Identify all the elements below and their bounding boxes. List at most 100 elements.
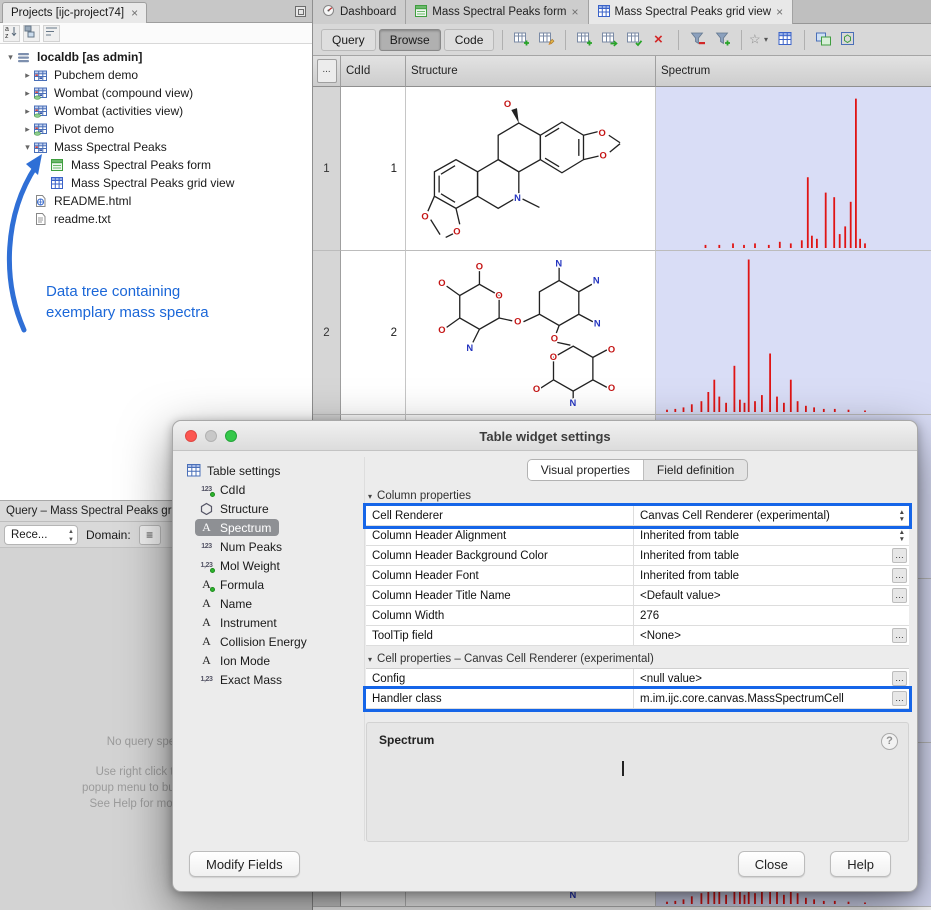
- property-value[interactable]: Canvas Cell Renderer (experimental)▲▼: [634, 506, 909, 525]
- tree-expand-icon[interactable]: ▸: [21, 124, 34, 135]
- column-header-structure[interactable]: Structure: [406, 56, 656, 87]
- tab-dashboard[interactable]: Dashboard: [313, 0, 406, 24]
- tree-item-mass-spectral-peaks-grid-view[interactable]: Mass Spectral Peaks grid view: [0, 174, 312, 192]
- close-button[interactable]: Close: [738, 851, 805, 877]
- property-value[interactable]: <Default value>…: [634, 586, 909, 605]
- modify-fields-button[interactable]: Modify Fields: [189, 851, 300, 877]
- ellipsis-button[interactable]: …: [892, 671, 907, 686]
- tab-mass-spectral-peaks-form[interactable]: Mass Spectral Peaks form×: [406, 0, 588, 24]
- tree-expand-icon[interactable]: ▸: [21, 106, 34, 117]
- query-button[interactable]: Query: [321, 29, 376, 51]
- help-icon[interactable]: ?: [881, 733, 898, 750]
- combo-stepper-icon[interactable]: ▲▼: [897, 529, 905, 543]
- tab-projects[interactable]: Projects [ijc-project74] ×: [2, 2, 147, 23]
- cdid-cell[interactable]: 2: [341, 251, 406, 415]
- dialog-tab-visual-properties[interactable]: Visual properties: [528, 460, 643, 480]
- help-button[interactable]: Help: [830, 851, 891, 877]
- property-value[interactable]: Inherited from table▲▼: [634, 526, 909, 545]
- field-item-exact-mass[interactable]: 1,23Exact Mass: [179, 670, 364, 689]
- structure-cell[interactable]: OOOOOONNNNOOONO: [406, 251, 656, 415]
- tree-item-mass-spectral-peaks-form[interactable]: Mass Spectral Peaks form: [0, 156, 312, 174]
- ellipsis-button[interactable]: …: [892, 568, 907, 583]
- widget-settings-button[interactable]: [774, 29, 797, 51]
- tree-item-readme-html[interactable]: README.html: [0, 192, 312, 210]
- tree-item-wombat-compound-view[interactable]: ▸ Wombat (compound view): [0, 84, 312, 102]
- properties-panel: Visual propertiesField definition ▾ Colu…: [366, 455, 909, 842]
- submit-row-button[interactable]: [598, 29, 621, 51]
- tree-item-mass-spectral-peaks[interactable]: ▾Mass Spectral Peaks: [0, 138, 312, 156]
- sort-by-type-button[interactable]: [23, 25, 40, 42]
- remove-filter-button[interactable]: [686, 29, 709, 51]
- edit-view-button[interactable]: [535, 29, 558, 51]
- field-item-mol-weight[interactable]: 1,23Mol Weight: [179, 556, 364, 575]
- tree-expand-icon[interactable]: ▾: [4, 52, 17, 63]
- restore-panel-icon[interactable]: [295, 6, 306, 17]
- field-item-collision-energy[interactable]: ACollision Energy: [179, 632, 364, 651]
- property-value[interactable]: 276: [634, 606, 909, 625]
- tree-expand-icon[interactable]: ▾: [21, 142, 34, 153]
- tile-windows-button[interactable]: [812, 29, 835, 51]
- property-value[interactable]: Inherited from table…: [634, 566, 909, 585]
- property-value[interactable]: Inherited from table…: [634, 546, 909, 565]
- property-value[interactable]: <null value>…: [634, 669, 909, 688]
- field-item-instrument[interactable]: AInstrument: [179, 613, 364, 632]
- property-value[interactable]: <None>…: [634, 626, 909, 645]
- tree-item-readme-txt[interactable]: readme.txt: [0, 210, 312, 228]
- domain-menu-button[interactable]: ≡: [139, 525, 161, 545]
- spectrum-cell[interactable]: [656, 251, 931, 415]
- field-item-structure[interactable]: Structure: [179, 499, 364, 518]
- tree-item-pubchem-demo[interactable]: ▸Pubchem demo: [0, 66, 312, 84]
- field-item-num-peaks[interactable]: 123Num Peaks: [179, 537, 364, 556]
- favorites-menu-button[interactable]: ☆▾: [749, 29, 772, 51]
- new-view-button[interactable]: [510, 29, 533, 51]
- add-filter-button[interactable]: [711, 29, 734, 51]
- dialog-tab-field-definition[interactable]: Field definition: [643, 460, 747, 480]
- property-value[interactable]: m.im.ijc.core.canvas.MassSpectrumCell…: [634, 689, 909, 708]
- spectrum-cell[interactable]: [656, 87, 931, 251]
- tree-expand-icon[interactable]: ▸: [21, 88, 34, 99]
- tree-item-label: Wombat (compound view): [54, 86, 193, 100]
- tab-close-icon[interactable]: ×: [776, 6, 783, 18]
- field-item-cdid[interactable]: 123CdId: [179, 480, 364, 499]
- field-item-name[interactable]: AName: [179, 594, 364, 613]
- ellipsis-button[interactable]: …: [892, 588, 907, 603]
- tab-projects-close-icon[interactable]: ×: [131, 7, 138, 19]
- structure-tools-button[interactable]: [837, 29, 860, 51]
- ellipsis-button[interactable]: …: [892, 691, 907, 706]
- insert-row-button[interactable]: [573, 29, 596, 51]
- row-number-cell[interactable]: 1: [313, 87, 341, 251]
- form-icon: [51, 158, 67, 172]
- dialog-titlebar[interactable]: Table widget settings: [173, 421, 917, 451]
- sort-custom-button[interactable]: [43, 25, 60, 42]
- delete-rows-button[interactable]: ×: [648, 29, 671, 51]
- field-description-panel[interactable]: Spectrum ?: [366, 722, 909, 842]
- browse-button[interactable]: Browse: [379, 29, 441, 51]
- column-header-cdid[interactable]: CdId: [341, 56, 406, 87]
- tree-expand-icon[interactable]: ▸: [21, 70, 34, 81]
- sort-custom-icon: [44, 24, 59, 42]
- sort-by-name-button[interactable]: az: [3, 25, 20, 42]
- ellipsis-button[interactable]: …: [892, 548, 907, 563]
- field-item-table-settings[interactable]: Table settings: [179, 461, 364, 480]
- code-button[interactable]: Code: [444, 29, 495, 51]
- tree-item-pivot-demo[interactable]: ▸Pivot demo: [0, 120, 312, 138]
- structure-cell[interactable]: OOOOON: [406, 87, 656, 251]
- grid-options-button[interactable]: ...: [317, 59, 337, 83]
- row-number-cell[interactable]: 2: [313, 251, 341, 415]
- commit-changes-button[interactable]: [623, 29, 646, 51]
- ellipsis-button[interactable]: …: [892, 628, 907, 643]
- section-column-properties[interactable]: ▾ Column properties: [366, 487, 909, 505]
- tree-item-localdb-as-admin[interactable]: ▾localdb [as admin]: [0, 48, 312, 66]
- combo-stepper-icon[interactable]: ▲▼: [897, 509, 905, 523]
- column-header-spectrum[interactable]: Spectrum: [656, 56, 931, 87]
- tab-close-icon[interactable]: ×: [571, 6, 578, 18]
- field-item-formula[interactable]: AFormula: [179, 575, 364, 594]
- section-cell-properties[interactable]: ▾ Cell properties – Canvas Cell Renderer…: [366, 650, 909, 668]
- tree-item-wombat-activities-view[interactable]: ▸Wombat (activities view): [0, 102, 312, 120]
- field-item-spectrum[interactable]: ASpectrum: [179, 518, 364, 537]
- tab-mass-spectral-peaks-grid-view[interactable]: Mass Spectral Peaks grid view×: [589, 0, 794, 24]
- property-label: Cell Renderer: [366, 506, 634, 525]
- field-item-ion-mode[interactable]: AIon Mode: [179, 651, 364, 670]
- recent-queries-dropdown[interactable]: Rece... ▲▼: [4, 525, 78, 545]
- cdid-cell[interactable]: 1: [341, 87, 406, 251]
